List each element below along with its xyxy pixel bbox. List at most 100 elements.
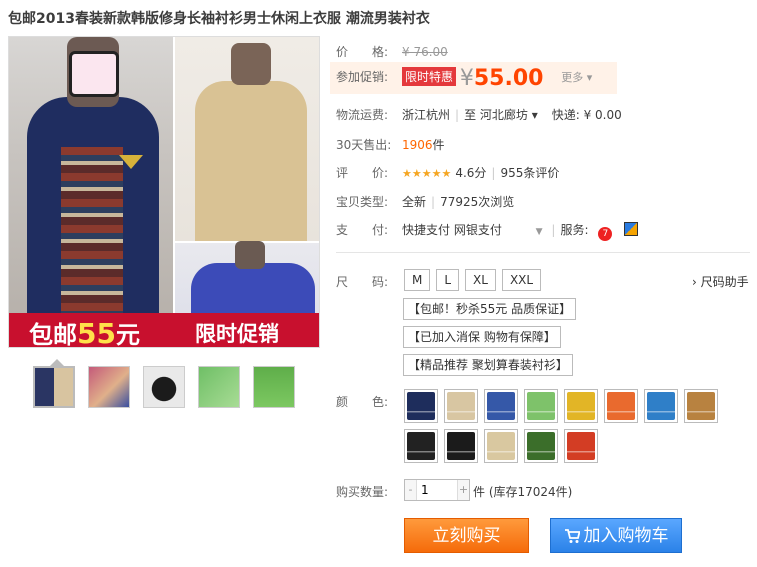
shirt-thumbnail [527, 432, 555, 460]
separator: | [551, 223, 556, 237]
size-option-l[interactable]: L [436, 269, 460, 291]
color-swatch[interactable] [404, 389, 438, 423]
thumbnail-5[interactable] [253, 366, 295, 408]
express-fee: 快递: ¥ 0.00 [551, 108, 622, 122]
quantity-input[interactable] [417, 480, 457, 500]
rating-label: 评 价: [336, 166, 389, 180]
ship-to-select[interactable]: 至 河北廊坊 ▾ [464, 106, 538, 123]
color-swatch[interactable] [524, 429, 558, 463]
shirt-thumbnail [487, 392, 515, 420]
quantity-increment-button[interactable]: + [457, 480, 469, 500]
item-condition: 全新 [402, 195, 427, 209]
shirt-thumbnail [567, 432, 595, 460]
sales-row: 30天售出: 1906件 [336, 136, 445, 153]
rating-score: 4.6分 [455, 166, 487, 180]
color-swatch[interactable] [444, 429, 478, 463]
color-swatch[interactable] [644, 389, 678, 423]
shirt-thumbnail [527, 392, 555, 420]
more-promos-toggle[interactable]: 更多 ▾ [561, 71, 592, 84]
shirt-thumbnail [447, 432, 475, 460]
banner-right-text: 限时促销 [195, 322, 279, 346]
thumbnail-2[interactable] [88, 366, 130, 408]
color-swatch[interactable] [484, 429, 518, 463]
add-to-cart-button[interactable]: 加入购物车 [550, 518, 682, 553]
service-label: 服务: [560, 223, 589, 237]
original-price: ¥ 76.00 [402, 45, 448, 59]
size-row: 尺 码: [336, 273, 402, 290]
promo-tag-option-2[interactable]: 【已加入消保 购物有保障】 [403, 326, 561, 348]
promo-tag-option-1[interactable]: 【包邮！秒杀55元 品质保证】 [403, 298, 577, 320]
thumb-selected-arrow [50, 359, 64, 366]
model-head-3 [235, 241, 265, 269]
banner-prefix: 包邮 [29, 321, 77, 348]
sales-count: 1906 [402, 138, 433, 152]
shirt-thumbnail [607, 392, 635, 420]
quantity-stepper: - + [404, 479, 470, 501]
price-row: 价 格: ¥ 76.00 [336, 43, 448, 60]
color-swatch[interactable] [684, 389, 718, 423]
separator: | [455, 108, 460, 122]
size-helper-link[interactable]: › 尺码助手 [692, 273, 749, 290]
add-to-cart-label: 加入购物车 [583, 526, 669, 546]
thumbnail-strip [33, 366, 295, 408]
main-product-image[interactable]: 包邮55元 限时促销 [8, 36, 320, 348]
banner-left-text: 包邮55元 [29, 315, 140, 348]
sweater-shape [61, 147, 123, 317]
shirt-thumbnail [687, 392, 715, 420]
rating-row: 评 价: ★★★★★ 4.6分 | 955条评价 [336, 164, 559, 181]
blue-jacket-shape [191, 263, 315, 315]
model-head-2 [231, 43, 271, 85]
payment-label: 支 付: [336, 223, 389, 237]
khaki-jacket-shape [195, 81, 307, 241]
reviews-link[interactable]: 955条评价 [500, 164, 559, 181]
separator: | [491, 166, 496, 180]
seven-day-return-icon[interactable]: 7 [598, 227, 613, 241]
promo-tag: 限时特惠 [402, 67, 457, 86]
color-swatch[interactable] [564, 389, 598, 423]
chevron-down-icon[interactable]: ▼ [536, 227, 543, 237]
shirt-thumbnail [647, 392, 675, 420]
promo-row: 参加促销: 限时特惠 ¥55.00 更多 ▾ [336, 66, 592, 91]
guarantee-icon[interactable] [624, 222, 639, 236]
quantity-row: 购买数量: [336, 483, 402, 500]
color-swatch[interactable] [604, 389, 638, 423]
view-count: 77925次浏览 [440, 195, 515, 209]
size-option-xl[interactable]: XL [465, 269, 496, 291]
separator: | [431, 195, 436, 209]
yen-symbol: ¥ [459, 66, 474, 91]
promo-banner: 包邮55元 限时促销 [9, 313, 319, 348]
buy-now-button[interactable]: 立刻购买 [404, 518, 529, 553]
shipping-row: 物流运费: 浙江杭州 | 至 河北廊坊 ▾ 快递: ¥ 0.00 [336, 106, 622, 123]
promo-label: 参加促销: [336, 70, 389, 84]
section-divider [336, 252, 750, 253]
color-row: 颜 色: [336, 393, 402, 410]
promo-price: 55.00 [473, 66, 544, 91]
item-type-row: 宝贝类型: 全新 | 77925次浏览 [336, 193, 514, 210]
size-option-xxl[interactable]: XXL [501, 269, 542, 291]
thumbnail-3[interactable] [143, 366, 185, 408]
sales-unit: 件 [432, 138, 445, 152]
item-type-label: 宝贝类型: [336, 195, 389, 209]
payment-row: 支 付: 快捷支付 网银支付 ▼ | 服务: 7 [336, 221, 639, 241]
sales-label: 30天售出: [336, 138, 392, 152]
banner-suffix: 元 [115, 321, 140, 348]
size-label: 尺 码: [336, 275, 389, 289]
color-swatch[interactable] [444, 389, 478, 423]
ship-from: 浙江杭州 [402, 108, 451, 122]
product-title: 包邮2013春装新款韩版修身长袖衬衫男士休闲上衣服 潮流男装衬衣 [8, 11, 430, 27]
promo-tag-option-3[interactable]: 【精品推荐 聚划算春装衬衫】 [403, 354, 573, 376]
shipping-label: 物流运费: [336, 108, 389, 122]
color-swatch[interactable] [524, 389, 558, 423]
shirt-thumbnail [487, 432, 515, 460]
size-option-m[interactable]: M [404, 269, 431, 291]
color-swatch[interactable] [564, 429, 598, 463]
thumbnail-4[interactable] [198, 366, 240, 408]
face-mask-sticker [69, 51, 119, 97]
quantity-decrement-button[interactable]: - [405, 480, 417, 500]
shirt-thumbnail [407, 432, 435, 460]
color-swatch[interactable] [484, 389, 518, 423]
shirt-thumbnail [407, 392, 435, 420]
thumbnail-1[interactable] [33, 366, 75, 408]
stock-info: 件 (库存17024件) [473, 483, 572, 500]
color-swatch[interactable] [404, 429, 438, 463]
